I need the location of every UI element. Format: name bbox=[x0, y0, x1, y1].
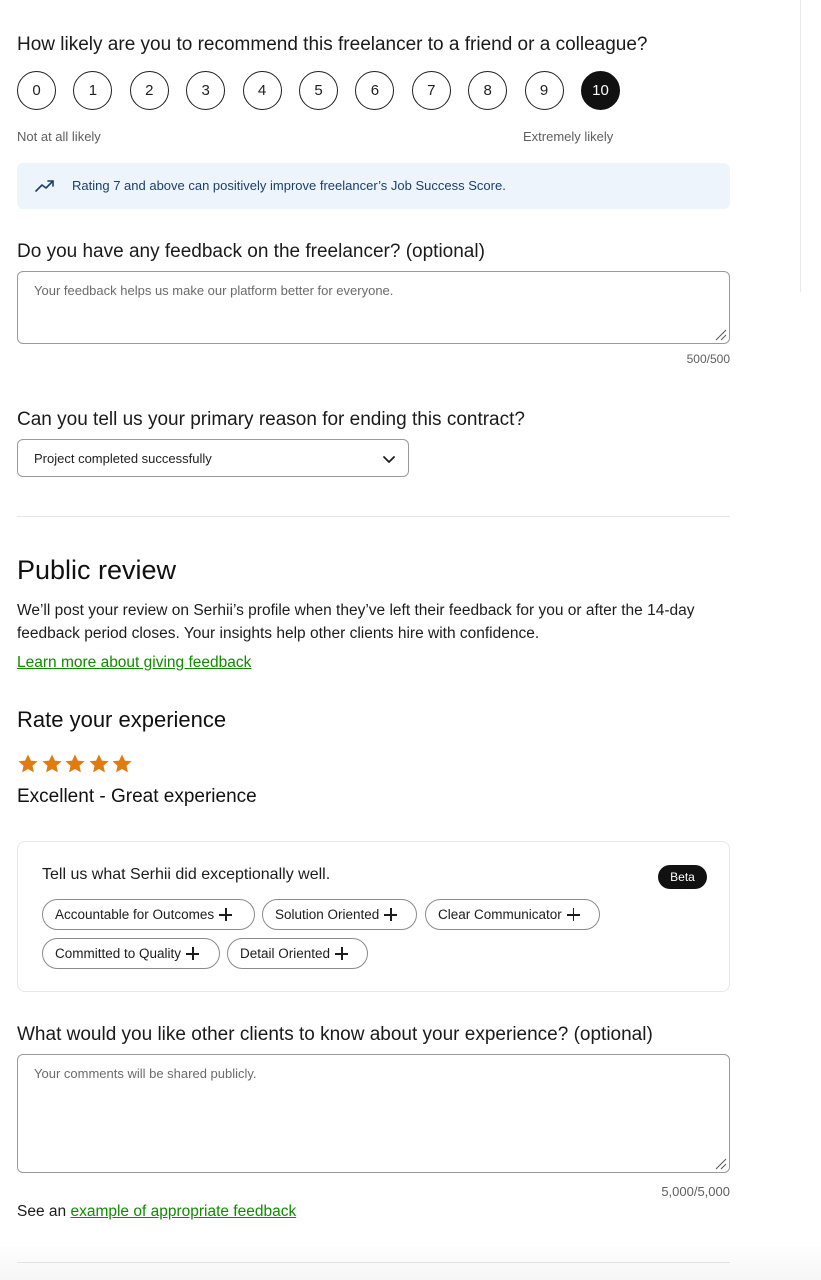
nps-high-label: Extremely likely bbox=[523, 129, 614, 144]
nps-option-7[interactable]: 7 bbox=[411, 71, 451, 110]
plus-icon bbox=[566, 908, 580, 921]
chevron-down-icon bbox=[383, 456, 395, 463]
nps-option-2[interactable]: 2 bbox=[129, 71, 169, 110]
nps-option-3[interactable]: 3 bbox=[186, 71, 226, 110]
public-comment-placeholder: Your comments will be shared publicly. bbox=[34, 1066, 257, 1081]
nps-question: How likely are you to recommend this fre… bbox=[17, 34, 648, 55]
ending-reason-select[interactable]: Project completed successfully bbox=[17, 439, 409, 477]
ending-reason-value: Project completed successfully bbox=[34, 451, 212, 466]
chip-label: Solution Oriented bbox=[275, 907, 380, 922]
nps-option-1[interactable]: 1 bbox=[73, 71, 113, 110]
example-feedback-line: See an example of appropriate feedback bbox=[17, 1203, 296, 1221]
plus-icon bbox=[384, 908, 398, 921]
jss-info-banner: Rating 7 and above can positively improv… bbox=[17, 163, 730, 209]
plus-icon bbox=[335, 947, 349, 960]
private-feedback-textarea[interactable]: Your feedback helps us make our platform… bbox=[17, 271, 730, 344]
jss-info-text: Rating 7 and above can positively improv… bbox=[72, 178, 506, 193]
public-comment-textarea[interactable]: Your comments will be shared publicly. bbox=[17, 1054, 730, 1173]
nps-option-9[interactable]: 9 bbox=[524, 71, 564, 110]
chip-clear-communicator[interactable]: Clear Communicator bbox=[425, 899, 600, 930]
page-scrollbar-track bbox=[800, 0, 801, 292]
chip-accountable-for-outcomes[interactable]: Accountable for Outcomes bbox=[42, 899, 255, 930]
private-feedback-question: Do you have any feedback on the freelanc… bbox=[17, 241, 485, 262]
example-feedback-prefix: See an bbox=[17, 1203, 67, 1220]
resize-grip-icon[interactable] bbox=[713, 1156, 727, 1170]
section-divider bbox=[17, 516, 730, 517]
plus-icon bbox=[219, 908, 233, 921]
chip-label: Accountable for Outcomes bbox=[55, 907, 215, 922]
nps-option-0[interactable]: 0 bbox=[17, 71, 56, 110]
star-icon[interactable] bbox=[111, 753, 133, 775]
nps-low-label: Not at all likely bbox=[17, 129, 101, 144]
private-feedback-placeholder: Your feedback helps us make our platform… bbox=[34, 283, 394, 298]
strengths-prompt: Tell us what Serhii did exceptionally we… bbox=[42, 866, 331, 883]
chip-detail-oriented[interactable]: Detail Oriented bbox=[227, 938, 368, 969]
chip-solution-oriented[interactable]: Solution Oriented bbox=[262, 899, 417, 930]
star-icon[interactable] bbox=[88, 753, 110, 775]
star-icon[interactable] bbox=[41, 753, 63, 775]
chip-committed-to-quality[interactable]: Committed to Quality bbox=[42, 938, 220, 969]
public-review-description: We’ll post your review on Serhii’s profi… bbox=[17, 602, 695, 642]
chip-label: Clear Communicator bbox=[438, 907, 562, 922]
chip-label: Committed to Quality bbox=[55, 946, 182, 961]
nps-option-10[interactable]: 10 bbox=[581, 71, 620, 110]
rate-experience-title: Rate your experience bbox=[17, 707, 227, 732]
public-review-title: Public review bbox=[17, 555, 177, 585]
beta-badge: Beta bbox=[658, 865, 707, 889]
trending-up-icon bbox=[35, 180, 54, 192]
nps-option-4[interactable]: 4 bbox=[242, 71, 282, 110]
plus-icon bbox=[186, 947, 200, 960]
footer-divider bbox=[17, 1262, 730, 1263]
public-comment-question: What would you like other clients to kno… bbox=[17, 1024, 653, 1045]
star-rating bbox=[17, 753, 137, 775]
nps-scale: 0 1 2 3 4 5 6 7 8 9 10 bbox=[17, 71, 637, 110]
nps-option-5[interactable]: 5 bbox=[299, 71, 338, 110]
footer-fade bbox=[0, 1240, 821, 1280]
nps-option-6[interactable]: 6 bbox=[355, 71, 395, 110]
rating-label: Excellent - Great experience bbox=[17, 786, 257, 807]
resize-grip-icon[interactable] bbox=[713, 327, 727, 341]
strengths-card: Tell us what Serhii did exceptionally we… bbox=[17, 841, 730, 992]
chip-label: Detail Oriented bbox=[240, 946, 331, 961]
nps-option-8[interactable]: 8 bbox=[468, 71, 508, 110]
star-icon[interactable] bbox=[64, 753, 86, 775]
private-feedback-counter: 500/500 bbox=[686, 352, 730, 366]
public-comment-counter: 5,000/5,000 bbox=[661, 1184, 730, 1199]
example-feedback-link[interactable]: example of appropriate feedback bbox=[70, 1203, 296, 1220]
star-icon[interactable] bbox=[17, 753, 39, 775]
learn-more-link[interactable]: Learn more about giving feedback bbox=[17, 654, 251, 672]
ending-reason-question: Can you tell us your primary reason for … bbox=[17, 409, 525, 430]
